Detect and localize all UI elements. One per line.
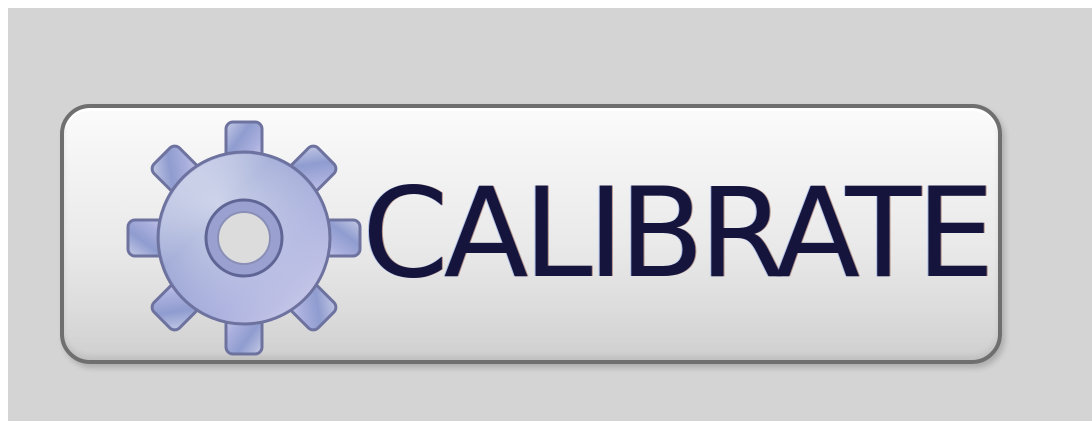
calibrate-button[interactable]: CALIBRATE xyxy=(60,104,1002,364)
calibrate-button-label: CALIBRATE xyxy=(362,162,995,306)
window-panel: CALIBRATE xyxy=(8,8,1092,421)
gear-icon xyxy=(126,120,362,356)
